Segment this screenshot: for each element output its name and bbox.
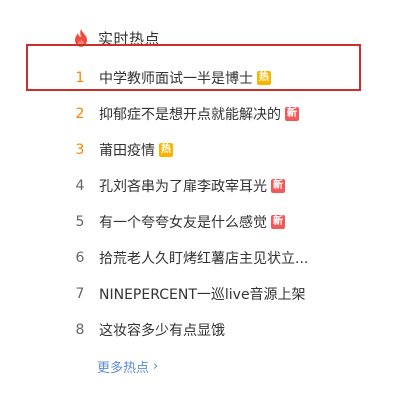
topic-title: 有一个夸夸女友是什么感觉	[99, 215, 267, 231]
more-label: 更多热点	[97, 361, 150, 376]
topic-title: 拾荒老人久盯烤红薯店主见状立...	[99, 251, 309, 267]
topic-link[interactable]: 这妆容多少有点显饿	[99, 320, 225, 340]
hot-badge: 热	[257, 71, 271, 85]
rank-number: 7	[75, 286, 85, 302]
chevron-right-icon: ›	[153, 359, 159, 374]
topic-link[interactable]: 拾荒老人久盯烤红薯店主见状立...	[99, 248, 308, 268]
list-item[interactable]: 8 这妆容多少有点显饿	[0, 316, 400, 344]
topic-title: NINEPERCENT一巡live音源上架	[99, 287, 306, 303]
topic-link[interactable]: 孔刘吝串为了扉李政宰耳光 新	[99, 176, 285, 196]
list-item[interactable]: 7 NINEPERCENT一巡live音源上架	[0, 280, 400, 308]
new-badge: 新	[285, 107, 299, 121]
list-item[interactable]: 5 有一个夸夸女友是什么感觉 新	[0, 208, 400, 236]
rank-number: 5	[75, 214, 85, 230]
hot-badge: 热	[159, 143, 173, 157]
rank-number: 2	[75, 106, 85, 122]
list-item[interactable]: 2 抑郁症不是想开点就能解决的 新	[0, 100, 400, 128]
topic-link[interactable]: 有一个夸夸女友是什么感觉 新	[99, 212, 285, 232]
rank-number: 6	[75, 250, 85, 266]
topic-title: 这妆容多少有点显饿	[99, 323, 225, 339]
topic-title: 抑郁症不是想开点就能解决的	[99, 107, 281, 123]
new-badge: 新	[271, 215, 285, 229]
rank-number: 8	[75, 322, 85, 338]
hot-topics-panel: 实时热点 1 中学教师面试一半是博士 热 2 抑郁症不是想开点就能解决的 新 3…	[0, 0, 400, 402]
topic-title: 莆田疫情	[99, 143, 155, 159]
topic-link[interactable]: NINEPERCENT一巡live音源上架	[99, 284, 306, 304]
list-item[interactable]: 3 莆田疫情 热	[0, 136, 400, 164]
list-item[interactable]: 6 拾荒老人久盯烤红薯店主见状立...	[0, 244, 400, 272]
topic-link[interactable]: 抑郁症不是想开点就能解决的 新	[99, 104, 299, 124]
list-item[interactable]: 1 中学教师面试一半是博士 热	[0, 64, 400, 92]
topic-link[interactable]: 中学教师面试一半是博士 热	[99, 68, 271, 88]
rank-number: 1	[75, 70, 85, 86]
topic-title: 中学教师面试一半是博士	[99, 71, 253, 87]
rank-number: 3	[75, 142, 85, 158]
topic-link[interactable]: 莆田疫情 热	[99, 140, 173, 160]
more-hot-topics-link[interactable]: 更多热点 ›	[97, 357, 158, 376]
new-badge: 新	[271, 179, 285, 193]
rank-number: 4	[75, 178, 85, 194]
topic-title: 孔刘吝串为了扉李政宰耳光	[99, 179, 267, 195]
list-item[interactable]: 4 孔刘吝串为了扉李政宰耳光 新	[0, 172, 400, 200]
